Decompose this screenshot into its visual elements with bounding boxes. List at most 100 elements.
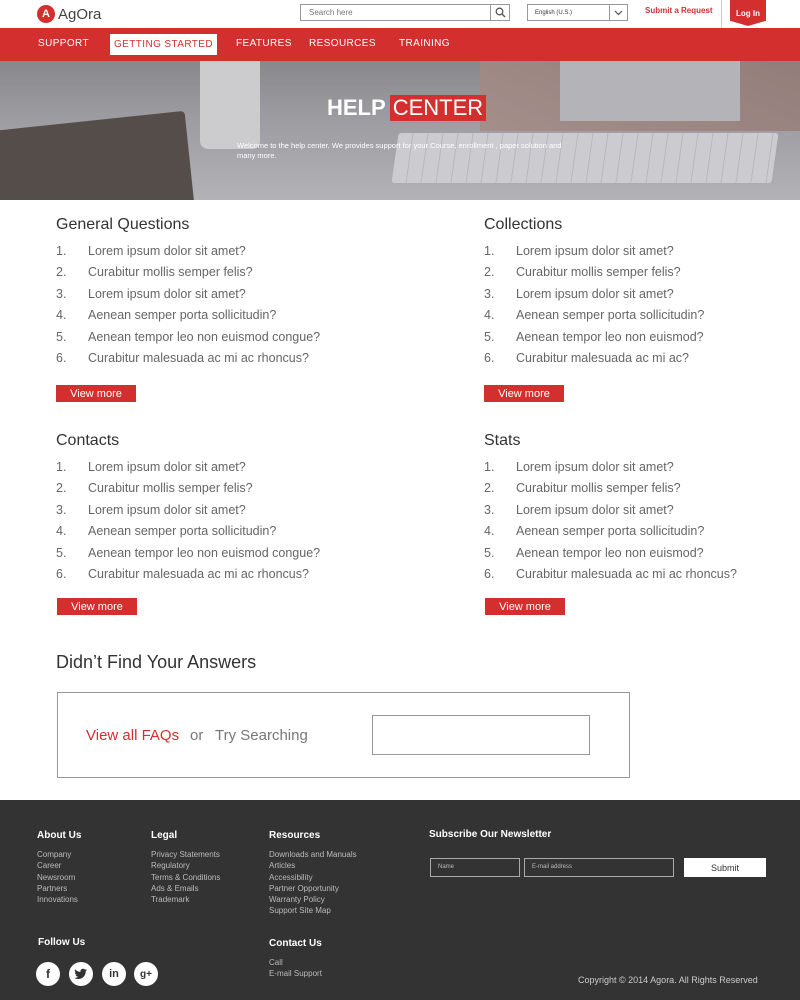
list-item[interactable]: 1. Lorem ipsum dolor sit amet? [484, 456, 800, 478]
footer-link[interactable]: Regulatory [151, 860, 220, 871]
list-item[interactable]: 4. Aenean semper porta sollicitudin? [484, 521, 800, 543]
footer-link[interactable]: E-mail Support [269, 968, 322, 979]
list-item[interactable]: 2. Curabitur mollis semper felis? [484, 478, 800, 500]
question-list: 1. Lorem ipsum dolor sit amet? 2. Curabitu… [56, 456, 386, 585]
or-text: or [190, 727, 204, 744]
search-input[interactable] [301, 5, 490, 20]
list-item[interactable]: 2. Curabitur mollis semper felis? [56, 262, 386, 284]
question-list: 1. Lorem ipsum dolor sit amet? 2. Curabitu… [56, 240, 386, 369]
section-contacts: Contacts 1. Lorem ipsum dolor sit amet? 2… [56, 432, 386, 585]
footer-link[interactable]: Call [269, 957, 322, 968]
list-item[interactable]: 3. Lorem ipsum dolor sit amet? [56, 283, 386, 305]
hero-subtitle: Welcome to the help center. We provides … [237, 141, 562, 160]
footer-legal: Legal Privacy Statements Regulatory Term… [151, 830, 220, 905]
try-searching-label: Try Searching [215, 727, 308, 744]
view-more-button[interactable]: View more [484, 385, 564, 402]
newsletter-name-field[interactable]: Name [430, 858, 520, 877]
list-item[interactable]: 6. Curabitur malesuada ac mi ac rhoncus? [56, 348, 386, 370]
footer-about: About Us Company Career Newsroom Partner… [37, 830, 81, 905]
footer-link[interactable]: Innovations [37, 894, 81, 905]
list-item[interactable]: 4. Aenean semper porta sollicitudin? [56, 305, 386, 327]
view-more-button[interactable]: View more [57, 598, 137, 615]
list-item[interactable]: 3. Lorem ipsum dolor sit amet? [484, 283, 800, 305]
list-item[interactable]: 4. Aenean semper porta sollicitudin? [484, 305, 800, 327]
section-title: Stats [484, 432, 521, 449]
top-bar: A AgOra English (U.S.) Submit a Request … [0, 0, 800, 28]
list-item[interactable]: 1. Lorem ipsum dolor sit amet? [56, 456, 386, 478]
view-more-button[interactable]: View more [485, 598, 565, 615]
question-list: 1. Lorem ipsum dolor sit amet? 2. Curabitu… [484, 240, 800, 369]
footer-heading: Subscribe Our Newsletter [429, 829, 552, 840]
hero-banner: HELP CENTER Welcome to the help center. … [0, 61, 800, 200]
view-more-button[interactable]: View more [56, 385, 136, 402]
logo-text: AgOra [58, 5, 102, 23]
footer-follow: Follow Us [38, 937, 85, 956]
linkedin-icon[interactable]: in [102, 962, 126, 986]
newsletter-email-field[interactable]: E-mail address [524, 858, 674, 877]
footer-link[interactable]: Newsroom [37, 872, 81, 883]
list-item[interactable]: 2. Curabitur mollis semper felis? [484, 262, 800, 284]
divider [721, 0, 722, 28]
footer-link[interactable]: Articles [269, 860, 357, 871]
list-item[interactable]: 2. Curabitur mollis semper felis? [56, 478, 386, 500]
list-item[interactable]: 5. Aenean tempor leo non euismod congue? [56, 542, 386, 564]
footer-link[interactable]: Partner Opportunity [269, 883, 357, 894]
footer-link[interactable]: Ads & Emails [151, 883, 220, 894]
nav-getting-started[interactable]: GETTING STARTED [110, 34, 217, 55]
list-item[interactable]: 6. Curabitur malesuada ac mi ac? [484, 348, 800, 370]
footer-link[interactable]: Career [37, 860, 81, 871]
section-stats: Stats 1. Lorem ipsum dolor sit amet? 2. Cu… [484, 432, 800, 585]
footer-link[interactable]: Downloads and Manuals [269, 849, 357, 860]
list-item[interactable]: 6. Curabitur malesuada ac mi ac rhoncus? [484, 564, 800, 586]
footer-link[interactable]: Terms & Conditions [151, 872, 220, 883]
footer-heading: Resources [269, 830, 321, 841]
logo-icon: A [37, 5, 55, 23]
list-item[interactable]: 6. Curabitur malesuada ac mi ac rhoncus? [56, 564, 386, 586]
nav-support[interactable]: SUPPORT [38, 38, 89, 49]
footer-link[interactable]: Support Site Map [269, 905, 357, 916]
footer-heading: Legal [151, 830, 178, 841]
footer-heading: Contact Us [269, 938, 322, 949]
nav-resources[interactable]: RESOURCES [309, 38, 376, 49]
section-title: Contacts [56, 432, 120, 449]
list-item[interactable]: 5. Aenean tempor leo non euismod? [484, 542, 800, 564]
hero-title-highlight: CENTER [389, 95, 487, 121]
footer-link[interactable]: Partners [37, 883, 81, 894]
faq-heading: Didn’t Find Your Answers [56, 652, 257, 672]
list-item[interactable]: 5. Aenean tempor leo non euismod? [484, 326, 800, 348]
footer-contact: Contact Us Call E-mail Support [269, 938, 322, 980]
chevron-down-icon [609, 5, 627, 20]
nav-features[interactable]: FEATURES [236, 38, 292, 49]
nav-training[interactable]: TRAINING [399, 38, 450, 49]
list-item[interactable]: 3. Lorem ipsum dolor sit amet? [56, 499, 386, 521]
faq-box: View all FAQs or Try Searching [57, 692, 630, 778]
list-item[interactable]: 1. Lorem ipsum dolor sit amet? [56, 240, 386, 262]
section-title: Collections [484, 216, 563, 233]
footer-heading: Follow Us [38, 937, 86, 948]
list-item[interactable]: 1. Lorem ipsum dolor sit amet? [484, 240, 800, 262]
search-icon[interactable] [490, 5, 509, 20]
language-select[interactable]: English (U.S.) [527, 4, 628, 21]
login-button[interactable]: Log In [730, 0, 766, 26]
footer-link[interactable]: Accessibility [269, 872, 357, 883]
footer-resources: Resources Downloads and Manuals Articles… [269, 830, 357, 917]
main-nav: SUPPORT GETTING STARTED FEATURES RESOURC… [0, 28, 800, 61]
list-item[interactable]: 4. Aenean semper porta sollicitudin? [56, 521, 386, 543]
logo[interactable]: A AgOra [37, 4, 101, 24]
footer-link[interactable]: Company [37, 849, 81, 860]
list-item[interactable]: 3. Lorem ipsum dolor sit amet? [484, 499, 800, 521]
faq-search-input[interactable] [372, 715, 590, 755]
section-general-questions: General Questions 1. Lorem ipsum dolor si… [56, 216, 386, 369]
hero-overlay [0, 61, 800, 200]
newsletter-submit-button[interactable]: Submit [684, 858, 766, 877]
footer-link[interactable]: Warranty Policy [269, 894, 357, 905]
footer-link[interactable]: Privacy Statements [151, 849, 220, 860]
facebook-icon[interactable]: f [36, 962, 60, 986]
submit-request-link[interactable]: Submit a Request [645, 6, 713, 15]
googleplus-icon[interactable]: g+ [134, 962, 158, 986]
footer-link[interactable]: Trademark [151, 894, 220, 905]
twitter-icon[interactable] [69, 962, 93, 986]
view-all-faqs-link[interactable]: View all FAQs [86, 727, 179, 744]
list-item[interactable]: 5. Aenean tempor leo non euismod congue? [56, 326, 386, 348]
footer-newsletter: Subscribe Our Newsletter [429, 829, 551, 848]
